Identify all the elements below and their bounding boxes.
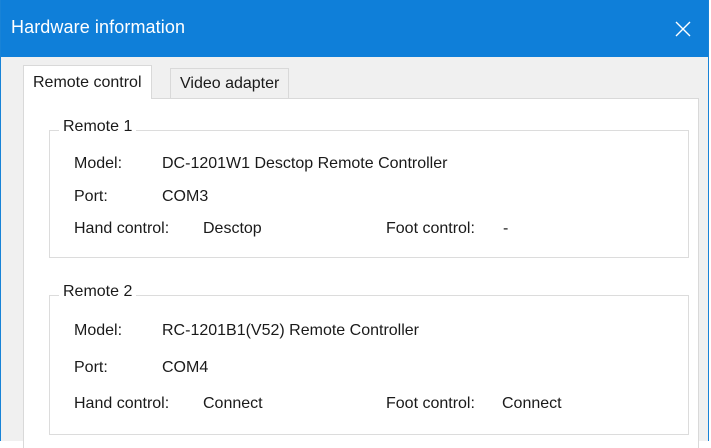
port-value: COM4 bbox=[162, 359, 209, 376]
model-value: DC-1201W1 Desctop Remote Controller bbox=[162, 155, 448, 172]
port-label: Port: bbox=[74, 188, 108, 205]
hand-control-label: Hand control: bbox=[74, 220, 170, 237]
tab-remote-control[interactable]: Remote control bbox=[23, 65, 152, 99]
foot-control-label: Foot control: bbox=[386, 220, 475, 237]
hand-control-value: Desctop bbox=[203, 220, 262, 237]
tab-label: Video adapter bbox=[180, 74, 280, 92]
foot-control-value: Connect bbox=[502, 395, 562, 412]
tab-video-adapter[interactable]: Video adapter bbox=[170, 68, 290, 98]
foot-control-value: - bbox=[503, 220, 509, 237]
remote-1-group: Remote 1 Model: DC-1201W1 Desctop Remote… bbox=[49, 118, 689, 258]
hardware-info-window: Hardware information Remote control Vide… bbox=[0, 0, 709, 448]
close-button[interactable] bbox=[658, 0, 708, 57]
port-value: COM3 bbox=[162, 188, 209, 205]
hand-control-value: Connect bbox=[203, 395, 263, 412]
tab-panel-remote-control: Remote 1 Model: DC-1201W1 Desctop Remote… bbox=[23, 98, 699, 448]
model-label: Model: bbox=[74, 155, 123, 172]
foot-control-label: Foot control: bbox=[386, 395, 475, 412]
close-icon bbox=[675, 21, 691, 36]
title-bar[interactable]: Hardware information bbox=[1, 0, 708, 57]
group-title: Remote 1 bbox=[59, 118, 137, 136]
remote-2-group: Remote 2 Model: RC-1201B1(V52) Remote Co… bbox=[49, 283, 689, 435]
dialog-client-area: Remote control Video adapter Remote 1 Mo… bbox=[1, 57, 708, 448]
port-label: Port: bbox=[74, 359, 108, 376]
tab-label: Remote control bbox=[33, 73, 142, 91]
model-label: Model: bbox=[74, 322, 123, 339]
model-value: RC-1201B1(V52) Remote Controller bbox=[162, 322, 419, 339]
window-title: Hardware information bbox=[11, 17, 186, 37]
group-title: Remote 2 bbox=[59, 283, 137, 301]
hand-control-label: Hand control: bbox=[74, 395, 170, 412]
